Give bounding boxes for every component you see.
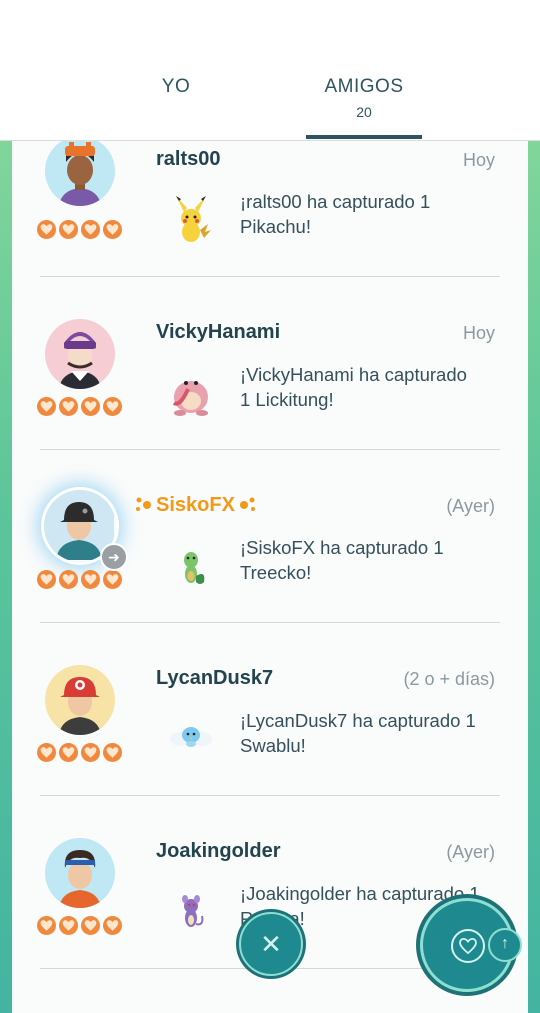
friend-name: Joakingolder — [156, 840, 281, 862]
avatar[interactable] — [45, 838, 115, 908]
feed-item[interactable]: VickyHanami Hoy ¡VickyHanami ha capturad… — [12, 313, 528, 485]
divider — [40, 449, 500, 450]
activity-message: ¡VickyHanami ha capturado 1 Lickitung! — [240, 364, 467, 410]
activity-time: (Ayer) — [446, 496, 495, 516]
pikachu-icon — [160, 190, 222, 246]
heart-icon — [37, 916, 56, 935]
arrow-up-icon: ↑ — [501, 935, 509, 952]
heart-icon — [103, 397, 122, 416]
friend-name: LycanDusk7 — [156, 667, 274, 689]
friend-name: VickyHanami — [156, 321, 281, 343]
divider — [40, 795, 500, 796]
heart-icon — [81, 220, 100, 239]
heart-icon — [59, 916, 78, 935]
swablu-icon — [160, 709, 222, 765]
close-icon: ✕ — [260, 929, 282, 959]
activity-time: (2 o + días) — [403, 669, 495, 689]
feed-item[interactable]: ➜ SiskoFX (Ayer) ¡SiskoFX ha capturado 1… — [12, 486, 528, 658]
activity-message: ¡ralts00 ha capturado 1 Pikachu! — [240, 191, 431, 237]
treecko-icon — [160, 536, 222, 592]
sparkle-icon — [240, 497, 255, 511]
avatar[interactable] — [45, 319, 115, 389]
lickitung-icon — [160, 363, 222, 419]
heart-icon — [59, 570, 78, 589]
heart-icon — [103, 743, 122, 762]
tab-amigos-label: AMIGOS — [324, 76, 404, 97]
tab-amigos[interactable]: AMIGOS 20 — [306, 76, 422, 120]
tab-yo[interactable]: YO — [130, 76, 222, 98]
avatar[interactable] — [45, 665, 115, 735]
friendship-level — [37, 743, 125, 763]
avatar[interactable] — [45, 140, 115, 206]
feed-item[interactable]: ralts00 Hoy ¡ralts00 ha capturado 1 Pika… — [12, 140, 528, 312]
rattata-icon — [160, 882, 222, 938]
friends-header: YO AMIGOS 20 — [0, 0, 540, 141]
active-tab-indicator — [306, 135, 422, 139]
activity-message: ¡SiskoFX ha capturado 1 Treecko! — [240, 537, 444, 583]
friend-name: SiskoFX — [156, 494, 235, 516]
friendship-level — [37, 220, 125, 240]
heart-icon — [59, 743, 78, 762]
heart-icon — [451, 929, 485, 963]
sparkle-icon — [136, 497, 151, 511]
heart-icon — [103, 570, 122, 589]
activity-time: (Ayer) — [446, 842, 495, 862]
activity-time: Hoy — [462, 323, 495, 343]
heart-icon — [81, 570, 100, 589]
arrow-right-icon: ➜ — [100, 543, 128, 571]
heart-icon — [81, 743, 100, 762]
friendship-level — [37, 570, 125, 590]
scroll-up-button[interactable]: ↑ — [488, 928, 522, 962]
heart-icon — [37, 220, 56, 239]
divider — [40, 622, 500, 623]
friends-feed[interactable]: ralts00 Hoy ¡ralts00 ha capturado 1 Pika… — [12, 140, 528, 1013]
friend-name: ralts00 — [156, 148, 221, 170]
heart-icon — [81, 397, 100, 416]
friendship-level — [37, 916, 125, 936]
feed-item[interactable]: LycanDusk7 (2 o + días) ¡LycanDusk7 ha c… — [12, 659, 528, 831]
heart-icon — [37, 570, 56, 589]
close-button[interactable]: ✕ — [239, 912, 303, 976]
heart-icon — [81, 916, 100, 935]
heart-icon — [37, 743, 56, 762]
heart-icon — [103, 916, 122, 935]
heart-icon — [37, 397, 56, 416]
friends-count: 20 — [356, 104, 372, 120]
activity-message: ¡LycanDusk7 ha capturado 1 Swablu! — [240, 710, 476, 756]
tab-yo-label: YO — [161, 76, 191, 97]
heart-icon — [59, 397, 78, 416]
divider — [40, 276, 500, 277]
heart-icon — [103, 220, 122, 239]
friendship-level — [37, 397, 125, 417]
activity-time: Hoy — [462, 150, 495, 170]
heart-icon — [59, 220, 78, 239]
